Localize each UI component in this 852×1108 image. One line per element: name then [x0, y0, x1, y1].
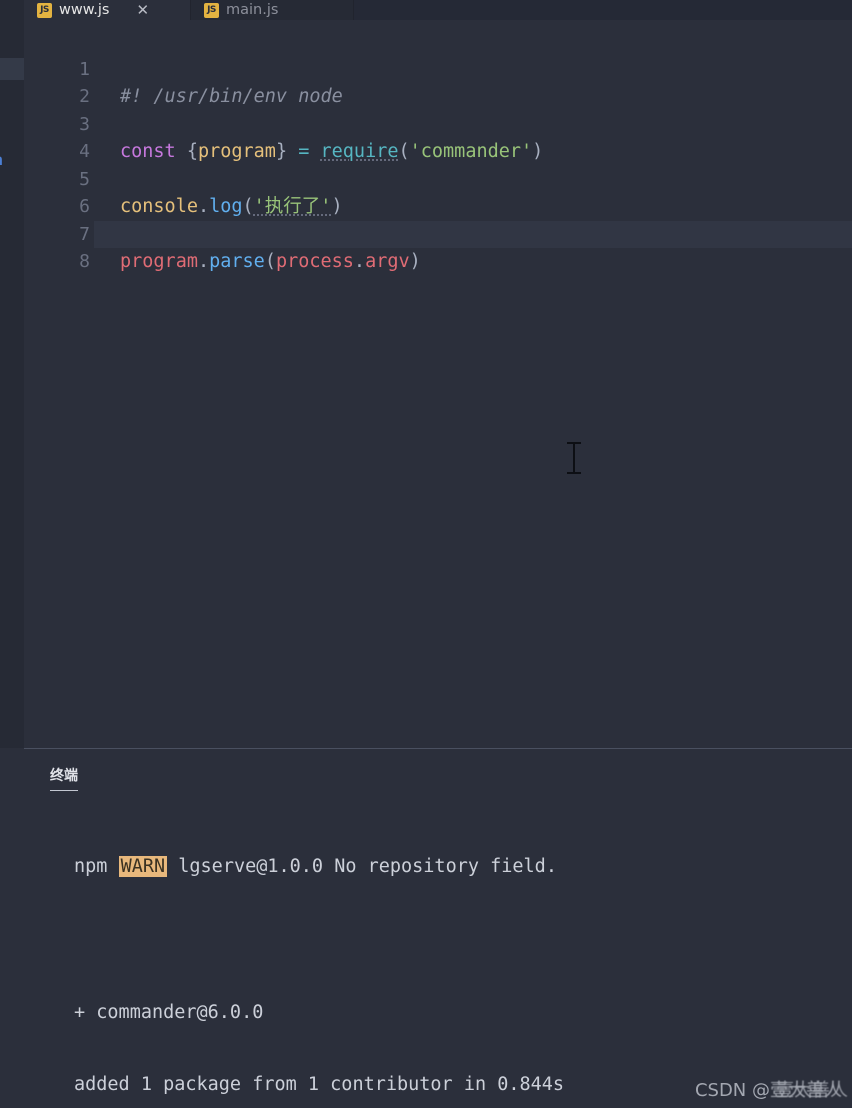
js-file-icon: JS [204, 2, 219, 18]
code-line[interactable]: 3 const {program} = require('commander') [24, 83, 852, 163]
code-line[interactable]: 6 program.option('-p --port', 'set serve… [24, 166, 852, 245]
code-line-current[interactable]: 8 [24, 220, 852, 272]
js-file-icon: JS [37, 2, 52, 18]
tab-terminal[interactable]: 终端 [50, 765, 78, 791]
code-line[interactable]: 4 [24, 111, 852, 162]
code-text: program.parse(process.argv) [120, 248, 421, 276]
terminal-panel[interactable]: 终端 npm WARN lgserve@1.0.0 No repository … [24, 749, 852, 1108]
text-ibeam-cursor [567, 442, 581, 474]
token-punct: ) [409, 251, 421, 272]
sidebar-item-label-fragment: n [0, 152, 24, 168]
tab-label: main.js [226, 2, 279, 18]
terminal-line: npm WARN lgserve@1.0.0 No repository fie… [74, 855, 844, 879]
warn-badge: WARN [118, 856, 168, 878]
close-icon[interactable]: ✕ [136, 0, 149, 20]
npm-message: lgserve@1.0.0 No repository field. [167, 856, 557, 878]
code-editor[interactable]: 1 #! /usr/bin/env node 2 3 const {progra… [24, 20, 852, 748]
token-punct: . [353, 251, 366, 272]
vscode-window: n JS www.js ✕ JS main.js 1 #! /usr/bin/e… [0, 0, 852, 1108]
tab-www-js[interactable]: JS www.js ✕ [24, 0, 191, 20]
terminal-line: + commander@6.0.0 [74, 1001, 264, 1023]
code-line[interactable]: 2 [24, 56, 852, 107]
token-punct: ( [264, 251, 276, 272]
panel-tab-bar: 终端 [50, 765, 78, 791]
code-line[interactable]: 1 #! /usr/bin/env node [24, 28, 852, 108]
tab-main-js[interactable]: JS main.js [191, 0, 354, 20]
terminal-line: added 1 package from 1 contributor in 0.… [74, 1074, 565, 1096]
token-property: argv [365, 251, 410, 272]
code-line[interactable]: 5 console.log('执行了') [24, 138, 852, 218]
token-object: program [120, 251, 198, 272]
token-method: parse [209, 251, 265, 272]
sidebar-selected-row[interactable] [0, 58, 24, 80]
code-line[interactable]: 7 program.parse(process.argv) [24, 193, 852, 273]
tab-label: www.js [59, 2, 110, 18]
sidebar-strip[interactable]: n [0, 0, 24, 748]
token-object: process [275, 251, 354, 272]
npm-label: npm [74, 856, 119, 878]
line-number: 8 [79, 251, 90, 272]
token-punct: . [197, 251, 210, 272]
code-area[interactable]: 1 #! /usr/bin/env node 2 3 const {progra… [24, 28, 852, 273]
terminal-output[interactable]: npm WARN lgserve@1.0.0 No repository fie… [74, 807, 844, 1108]
ibeam-stem [573, 442, 575, 474]
editor-tab-bar: JS www.js ✕ JS main.js [24, 0, 852, 20]
